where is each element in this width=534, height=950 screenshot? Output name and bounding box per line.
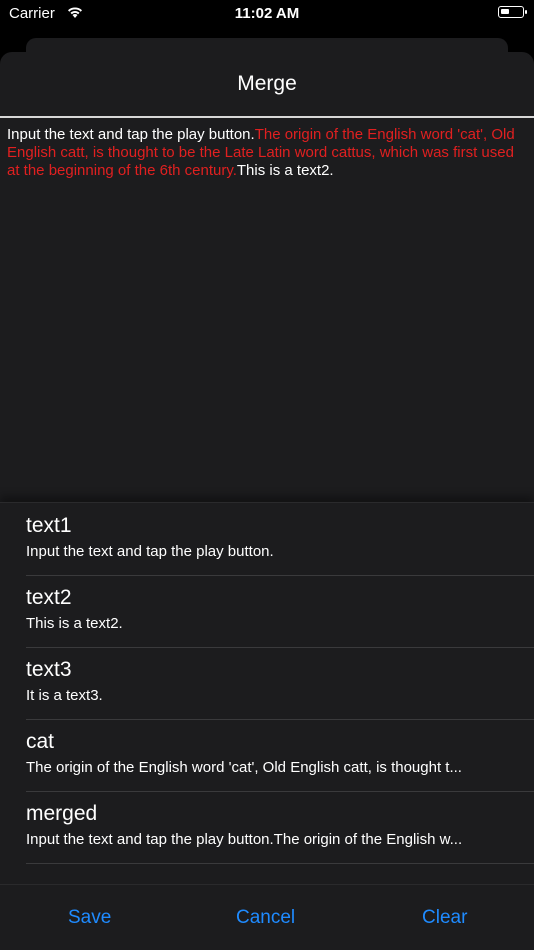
list-item-subtitle: Input the text and tap the play button.T…	[26, 831, 463, 848]
text-list: text1 Input the text and tap the play bu…	[0, 502, 534, 885]
list-item-cat[interactable]: cat The origin of the English word 'cat'…	[26, 719, 534, 792]
save-button[interactable]: Save	[68, 907, 111, 929]
list-item-text1[interactable]: text1 Input the text and tap the play bu…	[26, 503, 534, 576]
list-item-subtitle: The origin of the English word 'cat', Ol…	[26, 759, 462, 776]
clock: 11:02 AM	[234, 5, 300, 22]
battery-icon	[498, 6, 527, 18]
list-item-title: text3	[26, 658, 72, 681]
clear-button[interactable]: Clear	[422, 907, 467, 929]
text-segment-1: Input the text and tap the play button.	[7, 126, 255, 143]
list-item-merged[interactable]: merged Input the text and tap the play b…	[26, 791, 534, 864]
list-item-text2[interactable]: text2 This is a text2.	[26, 575, 534, 648]
merge-sheet: Merge Input the text and tap the play bu…	[0, 52, 534, 950]
list-item-subtitle: This is a text2.	[26, 615, 123, 632]
bottom-toolbar: Save Cancel Clear	[0, 884, 534, 950]
title-divider	[0, 116, 534, 118]
list-item-title: text2	[26, 586, 72, 609]
list-item-title: cat	[26, 730, 55, 753]
status-bar: Carrier 11:02 AM	[0, 0, 534, 30]
sheet-title: Merge	[237, 72, 297, 95]
text-segment-3: This is a text2.	[236, 162, 334, 179]
merged-text-view[interactable]: Input the text and tap the play button. T…	[7, 126, 529, 496]
list-item-title: merged	[26, 802, 98, 825]
cancel-button[interactable]: Cancel	[236, 907, 295, 929]
list-item-title: text1	[26, 514, 72, 537]
list-item-text3[interactable]: text3 It is a text3.	[26, 647, 534, 720]
list-item-subtitle: It is a text3.	[26, 687, 103, 704]
list-item-subtitle: Input the text and tap the play button.	[26, 543, 274, 560]
